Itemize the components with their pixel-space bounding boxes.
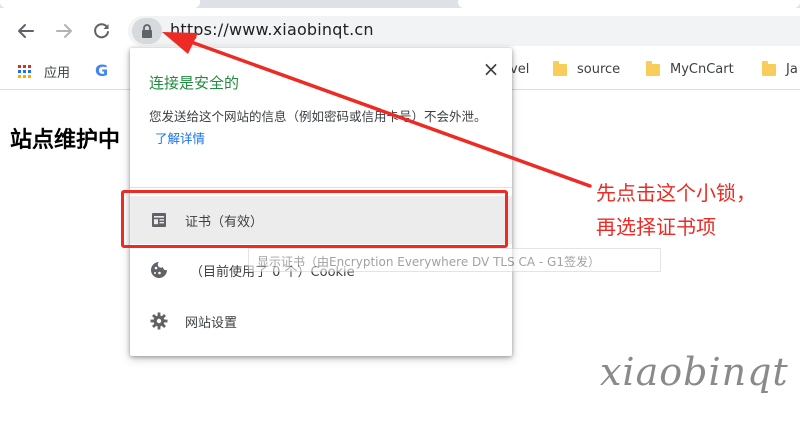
annotation-line-2: 再选择证书项	[596, 215, 716, 239]
annotation-text: 先点击这个小锁， 再选择证书项	[596, 176, 796, 244]
annotation-line-1: 先点击这个小锁，	[596, 181, 756, 205]
watermark: xiaobinqt	[600, 350, 789, 394]
